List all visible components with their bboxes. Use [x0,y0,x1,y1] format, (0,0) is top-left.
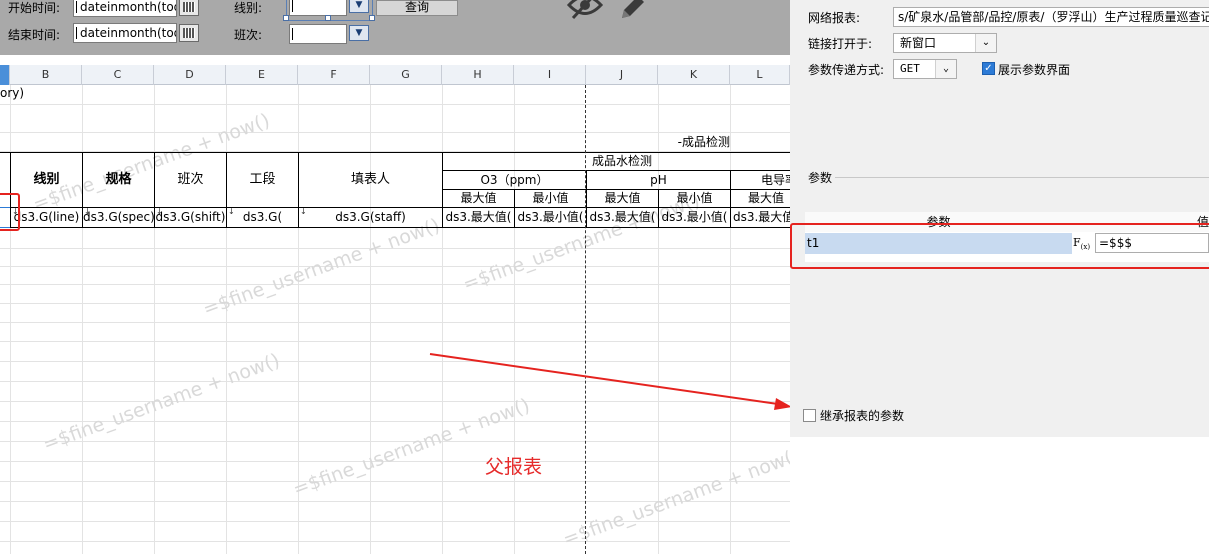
column-header[interactable]: E [226,65,298,85]
chevron-down-icon[interactable]: ⌄ [935,60,956,78]
data-cell-cond-max[interactable]: ds3.最大值( [730,207,790,228]
header-max[interactable]: 最大值 [730,189,790,208]
column-header[interactable]: B [10,65,82,85]
pass-method-select[interactable]: GET ⌄ [893,59,957,79]
header-conductivity[interactable]: 电导率 [730,170,790,190]
open-in-label: 链接打开于: [808,37,873,51]
header-section[interactable]: 工段 [226,152,299,208]
expand-down-icon: ↓ [300,207,307,216]
watermark-text: =$fine_username + now() [290,394,533,501]
header-max[interactable]: 最大值 [442,189,515,208]
network-report-path-input[interactable]: s/矿泉水/品管部/品控/原表/（罗浮山）生产过程质量巡查记录 [893,7,1209,27]
start-time-input[interactable]: dateinmonth(tod [73,0,177,17]
parent-report-label: 父报表 [485,456,543,478]
show-param-ui-checkbox[interactable]: ✓ [982,62,995,75]
header-water-check[interactable]: 成品水检测 [442,152,790,171]
report-grid[interactable]: =$fine_username + now() =$fine_username … [0,85,790,554]
data-cell-ph-max[interactable]: ds3.最大值( [586,207,659,228]
resize-handle[interactable] [283,15,289,21]
header-filler[interactable]: 填表人 [298,152,443,208]
end-time-input[interactable]: dateinmonth(tod [73,23,177,43]
expand-down-icon: ↓ [228,207,235,216]
column-header[interactable]: K [658,65,730,85]
start-time-label: 开始时间: [8,1,61,15]
column-header[interactable]: D [154,65,226,85]
column-header[interactable]: C [82,65,154,85]
query-button[interactable]: 查询 [376,0,458,16]
header-line[interactable]: 线别 [10,152,83,208]
open-in-value: 新窗口 [900,36,937,50]
cell-text[interactable]: ory) [0,86,60,104]
header-min[interactable]: 最小值 [658,189,731,208]
column-header-bar: B C D E F G H I J K L [0,65,790,85]
data-cell-o3-min[interactable]: ds3.最小值( [514,207,587,228]
header-spec[interactable]: 规格 [82,152,155,208]
highlight-box [790,223,1209,269]
shift-select[interactable] [289,24,347,44]
header-ph[interactable]: pH [586,170,731,190]
eye-slash-icon[interactable] [566,0,604,28]
page-break-line [585,85,586,554]
header-shift[interactable]: 班次 [154,152,227,208]
expand-down-icon: ↓ [156,207,163,216]
data-cell-staff[interactable]: ds3.G(staff) [298,207,443,228]
column-header[interactable]: H [442,65,514,85]
pass-method-value: GET [900,62,920,75]
dialog-lower-panel: 继承报表的参数 [790,409,1209,554]
section-divider [835,177,1209,178]
start-calendar-icon[interactable] [179,0,199,16]
data-cell-spec[interactable]: ds3.G(spec) [82,207,155,228]
parameter-panel: 开始时间: dateinmonth(tod 结束时间: dateinmonth(… [0,0,790,55]
line-label: 线别: [234,1,263,15]
header-max[interactable]: 最大值 [586,189,659,208]
inherit-params-label: 继承报表的参数 [820,409,905,423]
chevron-down-icon[interactable]: ⌄ [975,34,996,52]
data-cell-shift[interactable]: ds3.G(shift) [154,207,227,228]
title-product-check[interactable]: -成品检测 [658,133,730,151]
shift-label: 班次: [234,28,263,42]
watermark-text: =$fine_username + now() [40,349,283,456]
watermark-text: =$fine_username + now() [200,214,443,321]
resize-handle[interactable] [325,15,331,21]
column-header[interactable]: F [298,65,370,85]
column-header-selected[interactable] [0,65,10,85]
data-cell-line[interactable]: ds3.G(line) [10,207,83,228]
show-param-ui-label: 展示参数界面 [998,63,1071,77]
expand-down-icon: ↓ [84,207,91,216]
pass-method-label: 参数传递方式: [808,63,885,77]
params-section-label: 参数 [808,171,833,185]
inherit-params-checkbox[interactable] [803,409,816,422]
header-min[interactable]: 最小值 [514,189,587,208]
column-header[interactable]: J [586,65,658,85]
column-header[interactable]: I [514,65,586,85]
pencil-icon[interactable] [618,0,646,30]
shift-dropdown-icon[interactable]: ▼ [349,25,369,41]
data-cell-ph-min[interactable]: ds3.最小值( [658,207,731,228]
end-time-label: 结束时间: [8,28,61,42]
column-header[interactable]: L [730,65,790,85]
column-header[interactable]: G [370,65,442,85]
open-in-select[interactable]: 新窗口 ⌄ [893,33,997,53]
resize-handle[interactable] [369,15,375,21]
header-o3[interactable]: O3（ppm） [442,170,587,190]
data-cell-o3-max[interactable]: ds3.最大值( [442,207,515,228]
network-report-label: 网络报表: [808,11,861,25]
data-cell-section[interactable]: ds3.G( [226,207,299,228]
end-calendar-icon[interactable] [179,24,199,42]
highlight-box [0,193,20,231]
